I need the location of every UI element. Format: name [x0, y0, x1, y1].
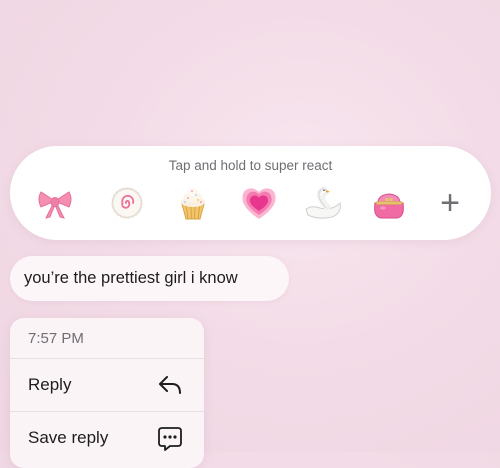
plus-icon: + — [440, 184, 460, 222]
reaction-cupcake[interactable] — [169, 179, 217, 227]
reaction-heart[interactable] — [235, 179, 283, 227]
message-bubble[interactable]: you’re the prettiest girl i know — [10, 256, 289, 301]
reaction-fish-cake[interactable] — [103, 179, 151, 227]
reply-arrow-icon — [159, 376, 181, 394]
cupcake-icon — [181, 188, 205, 220]
swan-icon — [305, 186, 341, 219]
more-reactions-button[interactable]: + — [426, 179, 474, 227]
reaction-hint: Tap and hold to super react — [168, 158, 333, 173]
save-reply-label: Save reply — [28, 428, 109, 447]
reaction-row: + — [10, 179, 491, 227]
context-menu: 7:57 PM Reply Save reply — [10, 318, 204, 468]
pink-purse-icon — [374, 193, 404, 219]
fish-cake-icon — [111, 187, 143, 219]
message-text: you’re the prettiest girl i know — [24, 269, 238, 287]
growing-heart-icon — [242, 188, 276, 219]
reaction-swan[interactable] — [300, 179, 348, 227]
message-timestamp: 7:57 PM — [28, 330, 84, 347]
reply-menu-item[interactable]: Reply — [10, 359, 204, 411]
reply-label: Reply — [28, 375, 72, 394]
save-reply-menu-item[interactable]: Save reply — [10, 412, 204, 464]
reaction-bar: Tap and hold to super react + — [10, 146, 491, 240]
reaction-purse[interactable] — [365, 179, 413, 227]
reaction-bow[interactable] — [31, 179, 79, 227]
pink-bow-icon — [38, 191, 72, 219]
save-reply-icon — [158, 427, 182, 451]
